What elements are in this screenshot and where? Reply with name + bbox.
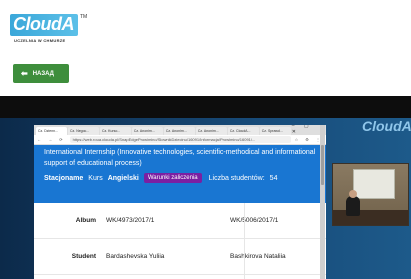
browser-tab-bar: Cz. Dzienn... Cz. Negoc... Cz. Kurso... … xyxy=(34,125,326,135)
course-mode: Stacjoname xyxy=(44,174,84,182)
browser-tab[interactable]: Cz. Anonim... xyxy=(163,127,195,135)
back-button[interactable]: ⬅ НАЗАД xyxy=(13,64,69,83)
course-title: International Internship (Innovative tec… xyxy=(44,149,316,167)
table-row: Album WK/4973/2017/1 WK/5006/2017/1 xyxy=(34,203,326,239)
row-label: Student xyxy=(71,253,96,260)
browser-tab[interactable]: Cz. Kurso... xyxy=(99,127,131,135)
course-type: Kurs xyxy=(88,174,103,182)
desk xyxy=(333,210,408,225)
browser-tab[interactable]: Cz. Anonim... xyxy=(131,127,163,135)
scrollbar-thumb[interactable] xyxy=(321,145,324,185)
page: CloudA TM UCZELNIA W CHMURZE ⬅ НАЗАД Clo… xyxy=(0,0,411,279)
table-cell: WK/5006/2017/1 xyxy=(230,217,279,224)
logo-subtitle: UCZELNIA W CHMURZE xyxy=(14,38,66,43)
browser-tab[interactable]: Cz. Dzienn... xyxy=(36,127,67,135)
back-button-label: НАЗАД xyxy=(32,70,54,77)
table-cell: Bardashevska Yuliia xyxy=(106,253,165,260)
presenter xyxy=(346,196,360,216)
webcam-feed xyxy=(332,163,409,226)
students-count: 54 xyxy=(269,174,278,182)
student-table: Album WK/4973/2017/1 WK/5006/2017/1 Stud… xyxy=(34,203,326,279)
address-bar: ← → ⟳ https://web.roua.clouda.pl/SnapEdg… xyxy=(34,135,326,145)
clouda-watermark: CloudA xyxy=(362,118,411,134)
logo-trademark: TM xyxy=(80,14,88,20)
students-label: Liczba studentów: xyxy=(208,174,265,182)
browser-tab[interactable]: Cz. CloudA... xyxy=(227,127,259,135)
table-row: Student Bardashevska Yuliia Bashkirova N… xyxy=(34,239,326,275)
browser-tab[interactable]: Cz. Sprawd... xyxy=(259,127,291,135)
presenter-head xyxy=(349,190,357,198)
course-meta: Stacjoname Kurs Angielski Warunki zalicz… xyxy=(44,173,316,183)
conditions-badge[interactable]: Warunki zaliczenia xyxy=(143,173,202,183)
browser-tab[interactable]: Cz. Negoc... xyxy=(67,127,99,135)
row-label: Album xyxy=(75,217,96,224)
arrow-left-icon: ⬅ xyxy=(21,69,28,78)
table-cell: Bashkirova Nataliia xyxy=(230,253,286,260)
clouda-logo[interactable]: CloudA TM UCZELNIA W CHMURZE xyxy=(10,6,87,46)
shared-browser-window: Cz. Dzienn... Cz. Negoc... Cz. Kurso... … xyxy=(34,125,326,279)
browser-tab[interactable]: Cz. Anonim... xyxy=(195,127,227,135)
column-divider xyxy=(244,203,245,279)
whiteboard xyxy=(353,169,395,199)
nav-arrows-icon[interactable]: ← → ⟳ xyxy=(37,137,66,142)
course-language: Angielski xyxy=(107,174,139,182)
extensions-icon[interactable]: ☆ ⚙ ⋮ xyxy=(295,137,323,142)
course-header: International Internship (Innovative tec… xyxy=(34,145,326,203)
scrollbar[interactable] xyxy=(320,125,325,279)
url-field[interactable]: https://web.roua.clouda.pl/SnapEdgeProwi… xyxy=(69,136,291,143)
logo-brand: CloudA xyxy=(13,14,74,34)
table-cell: WK/4973/2017/1 xyxy=(106,217,155,224)
